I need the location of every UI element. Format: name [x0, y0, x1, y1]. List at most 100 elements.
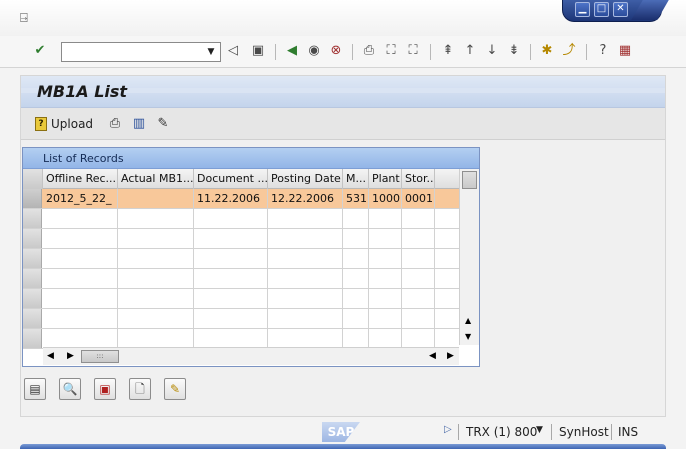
application-toolbar: ? Upload ⎙ ▥ ✎ — [21, 108, 665, 140]
vertical-scroll-thumb[interactable] — [462, 171, 477, 189]
scroll-left-icon[interactable]: ◀ — [47, 351, 54, 361]
create-session-icon[interactable]: ✱ — [539, 43, 555, 59]
row-selector[interactable] — [23, 289, 42, 308]
toolbar-separator — [352, 44, 353, 60]
status-separator — [551, 424, 552, 440]
row-selector[interactable] — [23, 229, 42, 248]
details-button[interactable]: ▤ — [24, 378, 46, 400]
edit-button[interactable]: ✎ — [164, 378, 186, 400]
scroll-up-icon[interactable]: ▲ — [465, 316, 471, 325]
cancel-icon[interactable]: ⊗ — [328, 43, 344, 59]
table-row-empty[interactable] — [23, 329, 459, 349]
row-selector[interactable] — [23, 209, 42, 228]
scroll-right-icon[interactable]: ▶ — [67, 351, 74, 361]
table-row-empty[interactable] — [23, 229, 459, 249]
window-controls: ▁ □ ✕ — [562, 0, 669, 22]
horizontal-scrollbar[interactable]: ◀ ▶ ::: ◀ ▶ — [43, 347, 459, 365]
table-row-empty[interactable] — [23, 309, 459, 329]
table-row-empty[interactable] — [23, 269, 459, 289]
select-all-cell[interactable] — [23, 169, 43, 189]
edit-pencil-icon: ✎ — [169, 382, 181, 396]
horizontal-scroll-thumb[interactable]: ::: — [81, 350, 119, 363]
cell-actual-mb1a[interactable] — [118, 189, 194, 209]
window-bottom-frame — [20, 444, 666, 449]
cell-storage-location[interactable]: 0001 — [402, 189, 435, 209]
table-row-empty[interactable] — [23, 249, 459, 269]
find-icon[interactable]: ⛶ — [383, 43, 399, 59]
display-icon: 🔍 — [62, 382, 78, 396]
chevron-down-icon[interactable]: ▼ — [204, 45, 218, 59]
table-row-empty[interactable] — [23, 209, 459, 229]
toolbar-separator — [530, 44, 531, 60]
menu-bar: ⍈ ▁ □ ✕ — [0, 0, 686, 36]
vertical-scrollbar[interactable]: ▲ ▼ — [459, 169, 479, 345]
save-icon[interactable]: ▣ — [250, 43, 266, 59]
document-edit-icon[interactable]: ✎ — [155, 116, 171, 132]
records-grid: List of Records Offline Rec... Actual MB… — [22, 147, 480, 367]
cell-movement-type[interactable]: 531 — [343, 189, 369, 209]
first-page-icon[interactable]: ⇞ — [440, 43, 456, 59]
row-selector[interactable] — [23, 309, 42, 328]
enter-check-icon[interactable]: ✔ — [32, 43, 48, 59]
system-info: TRX (1) 800 — [466, 425, 538, 439]
scroll-column-left-icon[interactable]: ◀ — [429, 351, 436, 361]
maximize-icon[interactable]: □ — [594, 2, 609, 17]
row-selector[interactable] — [23, 269, 42, 288]
window-control-decoration — [631, 0, 669, 20]
help-icon[interactable]: ? — [595, 43, 611, 59]
column-header-plant[interactable]: Plant — [369, 169, 402, 189]
row-selector[interactable] — [23, 189, 42, 208]
chevron-down-icon[interactable]: ▼ — [536, 425, 543, 435]
close-icon[interactable]: ✕ — [613, 2, 628, 17]
row-selector[interactable] — [23, 329, 42, 348]
last-page-icon[interactable]: ⇟ — [506, 43, 522, 59]
upload-icon: ? — [35, 117, 47, 131]
upload-label: Upload — [51, 117, 94, 131]
next-page-icon[interactable]: ↓ — [484, 43, 500, 59]
table-row-empty[interactable] — [23, 289, 459, 309]
input-mode[interactable]: INS — [618, 425, 638, 439]
table-row[interactable]: 2012_5_22_ 11.22.2006 12.22.2006 531 100… — [23, 189, 459, 209]
new-document-button[interactable]: 🗋 — [129, 378, 151, 400]
layout-icon[interactable]: ▦ — [617, 43, 633, 59]
grid-title-bar: List of Records — [23, 148, 479, 169]
column-header-posting-date[interactable]: Posting Date — [268, 169, 343, 189]
scroll-down-icon[interactable]: ▼ — [465, 332, 471, 341]
back-triangle-icon[interactable]: ◁ — [225, 43, 241, 59]
menu-exit-icon[interactable]: ⍈ — [20, 12, 36, 26]
minimize-icon[interactable]: ▁ — [575, 2, 590, 17]
back-icon[interactable]: ◀ — [284, 43, 300, 59]
status-separator — [458, 424, 459, 440]
upload-button[interactable]: ? Upload — [35, 116, 93, 132]
command-field[interactable]: ▼ — [61, 42, 221, 62]
row-selector[interactable] — [23, 249, 42, 268]
previous-page-icon[interactable]: ↑ — [462, 43, 478, 59]
cell-document-date[interactable]: 11.22.2006 — [194, 189, 268, 209]
title-band: MB1A List — [21, 76, 665, 108]
find-next-icon[interactable]: ⛶ — [405, 43, 421, 59]
shortcut-icon[interactable]: ⤴ — [561, 43, 577, 59]
print-icon[interactable]: ⎙ — [361, 43, 377, 59]
cell-plant[interactable]: 1000 — [369, 189, 402, 209]
details-icon: ▤ — [29, 382, 41, 396]
delete-icon: ▣ — [99, 382, 111, 396]
column-header-document-date[interactable]: Document ... — [194, 169, 268, 189]
status-expand-icon[interactable]: ▷ — [444, 424, 452, 435]
grid-header: Offline Rec... Actual MB1... Document ..… — [23, 169, 459, 189]
grid-title: List of Records — [43, 152, 124, 165]
cell-posting-date[interactable]: 12.22.2006 — [268, 189, 343, 209]
exit-icon[interactable]: ◉ — [306, 43, 322, 59]
cell-offline-record[interactable]: 2012_5_22_ — [43, 189, 118, 209]
column-header-offline-record[interactable]: Offline Rec... — [43, 169, 118, 189]
toolbar-separator — [586, 44, 587, 60]
delete-button[interactable]: ▣ — [94, 378, 116, 400]
table-layout-icon[interactable]: ▥ — [131, 116, 147, 132]
printer-icon[interactable]: ⎙ — [107, 116, 123, 132]
column-header-actual-mb1a[interactable]: Actual MB1... — [118, 169, 194, 189]
column-header-storage-location[interactable]: Stor... — [402, 169, 435, 189]
new-document-icon: 🗋 — [135, 382, 145, 396]
toolbar-separator — [275, 44, 276, 60]
scroll-column-right-icon[interactable]: ▶ — [447, 351, 454, 361]
display-button[interactable]: 🔍 — [59, 378, 81, 400]
column-header-movement-type[interactable]: M... — [343, 169, 369, 189]
